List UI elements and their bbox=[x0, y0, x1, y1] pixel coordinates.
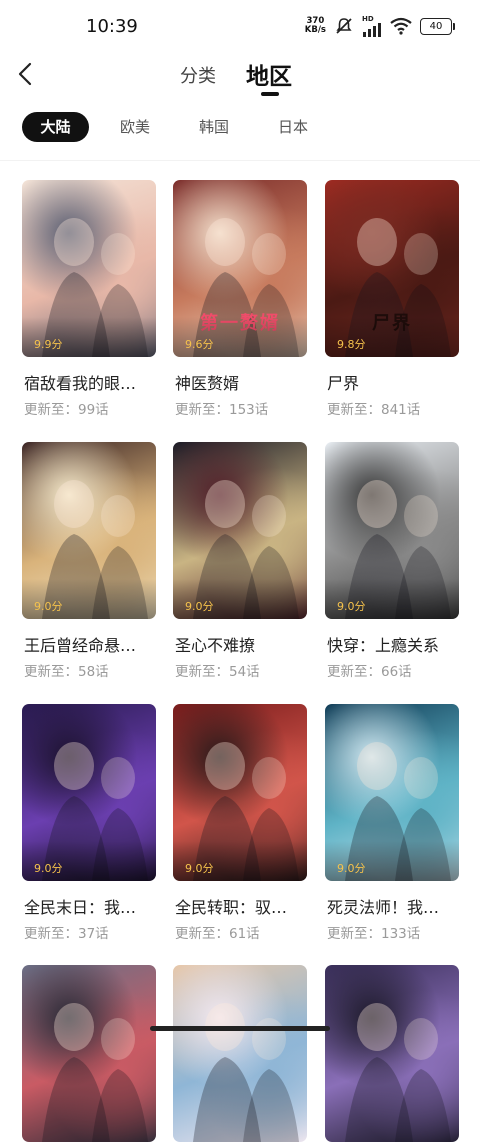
comic-score: 9.0分 bbox=[337, 862, 366, 875]
home-indicator[interactable] bbox=[150, 1026, 330, 1031]
comic-cover[interactable]: 9.0分 bbox=[22, 704, 156, 881]
comic-card[interactable]: 9.0分王后曾经命悬… 更新至：58话 bbox=[22, 442, 156, 680]
comic-title[interactable]: 全民末日：我… bbox=[24, 894, 158, 918]
tab-category[interactable]: 分类 bbox=[180, 62, 216, 88]
net-speed: 370 KB/s bbox=[305, 17, 326, 35]
comic-cover[interactable] bbox=[325, 965, 459, 1142]
comic-cover[interactable] bbox=[22, 965, 156, 1142]
comic-cover[interactable]: 9.0分 bbox=[173, 704, 307, 881]
comic-update-status: 更新至：153话 bbox=[175, 402, 269, 418]
region-filter: 大陆 欧美 韩国 日本 bbox=[0, 112, 480, 144]
comic-cover[interactable]: 第一赘婿9.6分 bbox=[173, 180, 307, 357]
comic-card[interactable] bbox=[22, 965, 156, 1142]
comic-title[interactable]: 快穿：上瘾关系 bbox=[327, 632, 461, 656]
status-time: 10:39 bbox=[86, 16, 138, 37]
comic-score: 9.0分 bbox=[185, 862, 214, 875]
comic-score: 9.9分 bbox=[34, 338, 63, 351]
status-bar: 10:39 370 KB/s HD 40 bbox=[0, 0, 480, 52]
comic-score: 9.0分 bbox=[34, 862, 63, 875]
comic-update-status: 更新至：133话 bbox=[327, 926, 421, 942]
battery-icon: 40 bbox=[420, 17, 455, 35]
comic-card[interactable] bbox=[325, 965, 459, 1142]
comic-cover[interactable]: 9.0分 bbox=[173, 442, 307, 619]
comic-update-status: 更新至：54话 bbox=[175, 664, 260, 680]
region-chip-west[interactable]: 欧美 bbox=[110, 112, 160, 142]
mute-icon bbox=[336, 18, 352, 34]
cover-artwork bbox=[345, 1003, 451, 1142]
comic-title[interactable]: 死灵法师！我… bbox=[327, 894, 461, 918]
region-chip-japan[interactable]: 日本 bbox=[268, 112, 318, 142]
comic-card[interactable]: 9.0分圣心不难撩更新至：54话 bbox=[173, 442, 307, 680]
wifi-icon bbox=[390, 17, 412, 35]
comic-card[interactable]: 9.9分宿敌看我的眼… 更新至：99话 bbox=[22, 180, 156, 418]
comic-update-status: 更新至：58话 bbox=[24, 664, 109, 680]
back-button[interactable] bbox=[14, 58, 40, 90]
status-icons: 370 KB/s HD 40 bbox=[305, 14, 455, 38]
battery-level: 40 bbox=[429, 20, 443, 32]
cellular-signal: HD bbox=[362, 14, 382, 37]
comic-update-status: 更新至：99话 bbox=[24, 402, 109, 418]
signal-icon bbox=[363, 22, 381, 37]
comic-title[interactable]: 王后曾经命悬… bbox=[24, 632, 158, 656]
active-tab-indicator bbox=[261, 92, 279, 96]
comic-card[interactable]: 9.0分全民转职：驭… 更新至：61话 bbox=[173, 704, 307, 942]
net-speed-unit: KB/s bbox=[304, 25, 326, 35]
comic-score: 9.0分 bbox=[337, 600, 366, 613]
comic-update-status: 更新至：37话 bbox=[24, 926, 109, 942]
comic-title[interactable]: 圣心不难撩 bbox=[175, 632, 309, 656]
comic-cover[interactable]: 9.0分 bbox=[325, 442, 459, 619]
comic-title[interactable]: 全民转职：驭… bbox=[175, 894, 309, 918]
chevron-left-icon bbox=[18, 62, 32, 86]
comic-update-status: 更新至：61话 bbox=[175, 926, 260, 942]
divider bbox=[0, 160, 480, 161]
comic-cover[interactable]: 9.9分 bbox=[22, 180, 156, 357]
comic-score: 9.0分 bbox=[34, 600, 63, 613]
comic-cover[interactable]: 9.0分 bbox=[325, 704, 459, 881]
comic-cover[interactable]: 尸界9.8分 bbox=[325, 180, 459, 357]
comic-card[interactable]: 9.0分快穿：上瘾关系更新至：66话 bbox=[325, 442, 459, 680]
comic-card[interactable] bbox=[173, 965, 307, 1142]
comic-update-status: 更新至：841话 bbox=[327, 402, 421, 418]
hd-label: HD bbox=[362, 14, 374, 23]
comic-title[interactable]: 神医赘婿 bbox=[175, 370, 309, 394]
cover-artwork bbox=[42, 1003, 148, 1142]
comic-card[interactable]: 9.0分死灵法师！我… 更新至：133话 bbox=[325, 704, 459, 942]
comic-cover[interactable] bbox=[173, 965, 307, 1142]
region-chip-korea[interactable]: 韩国 bbox=[189, 112, 239, 142]
comic-card[interactable]: 第一赘婿9.6分神医赘婿更新至：153话 bbox=[173, 180, 307, 418]
region-chip-mainland[interactable]: 大陆 bbox=[22, 112, 89, 142]
comic-cover[interactable]: 9.0分 bbox=[22, 442, 156, 619]
comic-card[interactable]: 9.0分全民末日：我… 更新至：37话 bbox=[22, 704, 156, 942]
comic-update-status: 更新至：66话 bbox=[327, 664, 412, 680]
cover-artwork bbox=[193, 1003, 299, 1142]
comic-score: 9.8分 bbox=[337, 338, 366, 351]
comic-score: 9.0分 bbox=[185, 600, 214, 613]
comic-score: 9.6分 bbox=[185, 338, 214, 351]
tab-region[interactable]: 地区 bbox=[246, 57, 292, 91]
comic-title[interactable]: 尸界 bbox=[327, 370, 461, 394]
header: 分类 地区 bbox=[0, 52, 480, 96]
comic-card[interactable]: 尸界9.8分尸界更新至：841话 bbox=[325, 180, 459, 418]
comic-title[interactable]: 宿敌看我的眼… bbox=[24, 370, 158, 394]
